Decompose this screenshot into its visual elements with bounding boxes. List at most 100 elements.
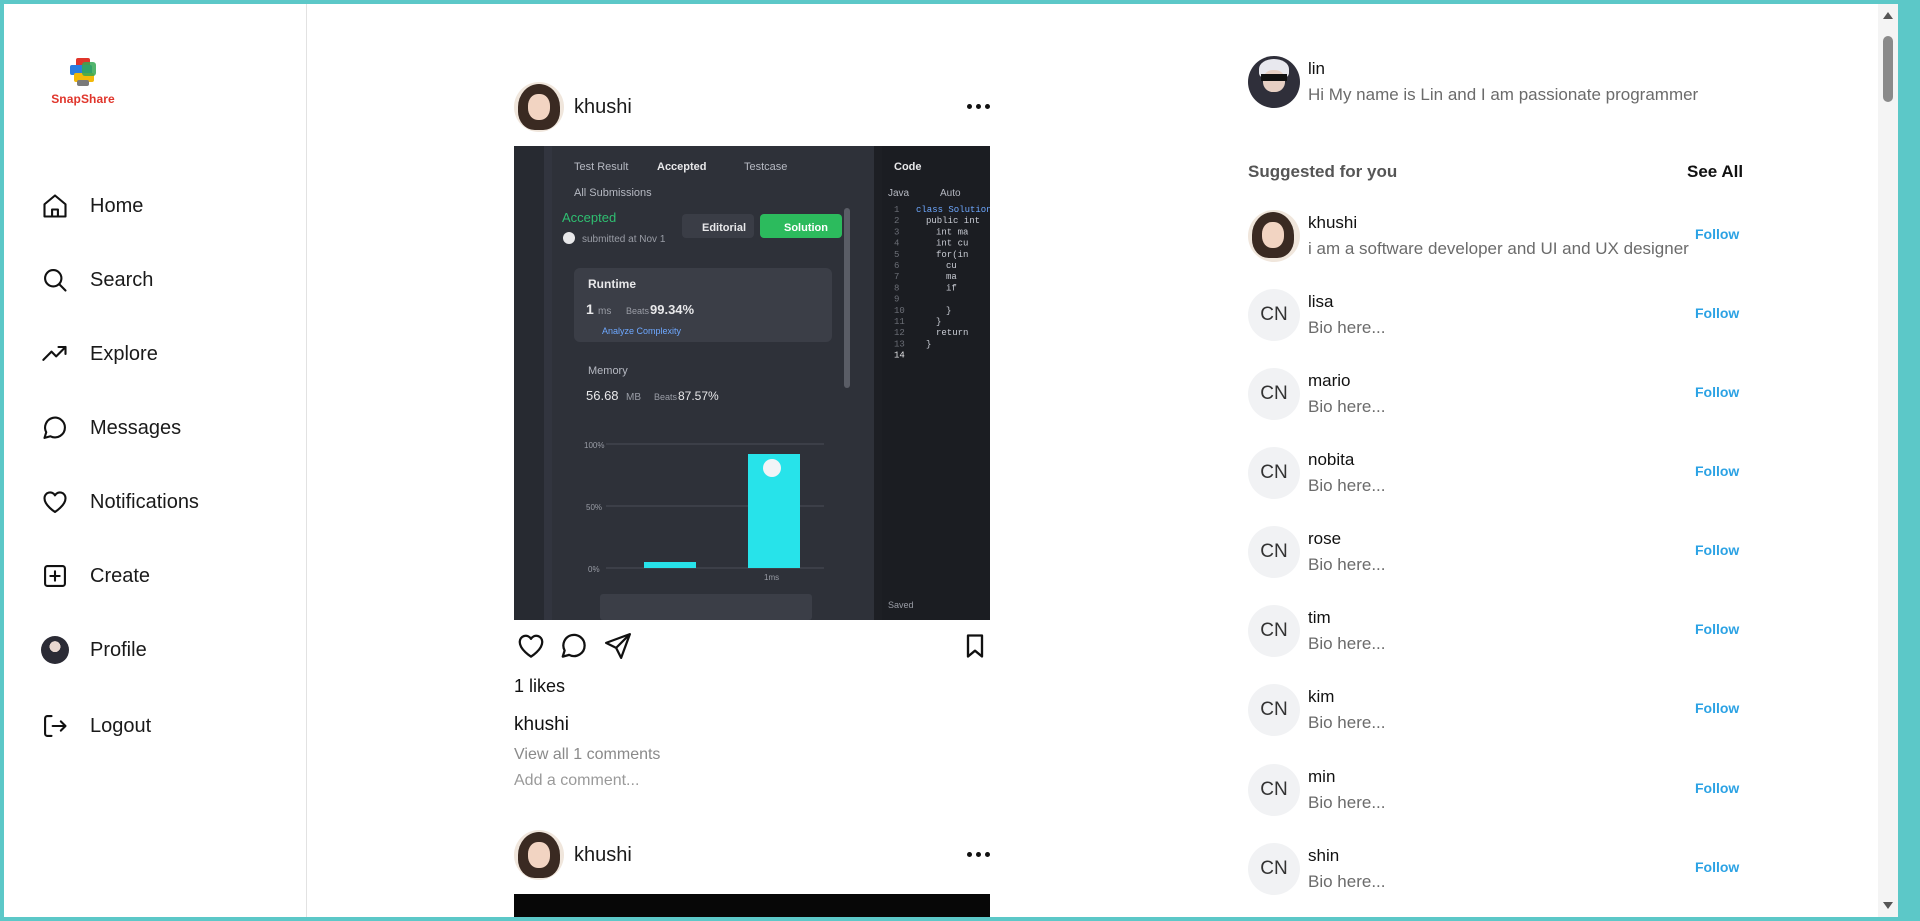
suggestion-username[interactable]: nobita [1308, 450, 1386, 470]
follow-button[interactable]: Follow [1695, 226, 1739, 242]
suggestion-username[interactable]: rose [1308, 529, 1386, 549]
suggestion-bio: Bio here... [1308, 713, 1386, 732]
suggestion-row[interactable]: CN lisa Bio here... Follow [1248, 287, 1740, 343]
svg-text:Editorial: Editorial [702, 222, 746, 234]
code-line-number: 14 [894, 351, 905, 361]
trending-up-icon [40, 339, 70, 369]
svg-text:99.34%: 99.34% [650, 302, 695, 317]
share-send-icon[interactable] [601, 629, 635, 663]
suggestion-username[interactable]: kim [1308, 687, 1386, 707]
app-window: SnapShare Home Search Explore Messages N… [4, 4, 1898, 917]
more-options-icon[interactable] [964, 842, 992, 866]
nav-item-search[interactable]: Search [40, 258, 280, 302]
nav-item-profile[interactable]: Profile [40, 628, 280, 672]
heart-icon [40, 487, 70, 517]
like-heart-icon[interactable] [514, 629, 548, 663]
post-username[interactable]: khushi [574, 844, 632, 867]
svg-text:ms: ms [598, 306, 611, 317]
nav-item-create[interactable]: Create [40, 554, 280, 598]
code-line-text: class Solution [916, 205, 990, 215]
nav-label-explore: Explore [90, 342, 158, 365]
scroll-up-arrow-icon[interactable] [1883, 12, 1893, 19]
avatar-initials[interactable]: CN [1248, 447, 1300, 499]
svg-text:Test Result: Test Result [574, 161, 628, 173]
svg-text:1: 1 [586, 301, 594, 317]
code-line-number: 11 [894, 317, 905, 327]
avatar-initials[interactable]: CN [1248, 526, 1300, 578]
avatar[interactable] [1248, 56, 1300, 108]
svg-text:87.57%: 87.57% [678, 389, 719, 403]
avatar-initials[interactable]: CN [1248, 368, 1300, 420]
svg-text:56.68: 56.68 [586, 388, 619, 403]
code-line-text: int cu [936, 239, 968, 249]
nav-label-search: Search [90, 268, 154, 291]
home-icon [40, 191, 70, 221]
avatar[interactable] [514, 830, 564, 880]
suggestion-bio: Bio here... [1308, 872, 1386, 891]
view-comments-link[interactable]: View all 1 comments [514, 746, 660, 764]
suggestion-username[interactable]: mario [1308, 371, 1386, 391]
post-image[interactable]: Test Result Accepted Testcase All Submis… [514, 146, 990, 620]
current-user[interactable]: lin Hi My name is Lin and I am passionat… [1248, 54, 1698, 110]
follow-button[interactable]: Follow [1695, 463, 1739, 479]
post-username[interactable]: khushi [574, 96, 632, 119]
follow-button[interactable]: Follow [1695, 780, 1739, 796]
suggestion-username[interactable]: shin [1308, 846, 1386, 866]
follow-button[interactable]: Follow [1695, 384, 1739, 400]
comment-icon[interactable] [557, 629, 591, 663]
nav-item-logout[interactable]: Logout [40, 704, 280, 748]
svg-text:1ms: 1ms [764, 573, 779, 582]
nav-item-notifications[interactable]: Notifications [40, 480, 280, 524]
nav-label-notifications: Notifications [90, 490, 199, 513]
suggestion-username[interactable]: min [1308, 767, 1386, 787]
suggestion-bio: i am a software developer and UI and UX … [1308, 239, 1689, 258]
suggestion-username[interactable]: khushi [1308, 213, 1689, 233]
scrollbar[interactable] [1878, 4, 1898, 917]
nav-label-home: Home [90, 194, 144, 217]
see-all-link[interactable]: See All [1687, 162, 1743, 182]
svg-text:Accepted: Accepted [562, 210, 616, 225]
caption-username[interactable]: khushi [514, 714, 569, 736]
avatar-initials[interactable]: CN [1248, 605, 1300, 657]
plus-square-icon [40, 561, 70, 591]
scrollbar-thumb[interactable] [1883, 36, 1893, 102]
nav-item-explore[interactable]: Explore [40, 332, 280, 376]
follow-button[interactable]: Follow [1695, 542, 1739, 558]
avatar-initials[interactable]: CN [1248, 764, 1300, 816]
follow-button[interactable]: Follow [1695, 621, 1739, 637]
bookmark-icon[interactable] [958, 629, 992, 663]
nav-item-messages[interactable]: Messages [40, 406, 280, 450]
suggestion-row[interactable]: CN rose Bio here... Follow [1248, 524, 1740, 580]
svg-text:Beats: Beats [626, 306, 650, 316]
avatar[interactable] [1248, 210, 1300, 262]
avatar[interactable] [514, 82, 564, 132]
suggestion-row[interactable]: CN nobita Bio here... Follow [1248, 445, 1740, 501]
suggestion-row[interactable]: CN mario Bio here... Follow [1248, 366, 1740, 422]
follow-button[interactable]: Follow [1695, 305, 1739, 321]
code-line-number: 2 [894, 216, 899, 226]
suggestion-bio: Bio here... [1308, 318, 1386, 337]
svg-text:submitted at Nov 1: submitted at Nov 1 [582, 234, 666, 245]
more-options-icon[interactable] [964, 94, 992, 118]
post-image[interactable] [514, 894, 990, 917]
follow-button[interactable]: Follow [1695, 859, 1739, 875]
snapshare-logo[interactable]: SnapShare [48, 56, 118, 112]
suggestion-username[interactable]: tim [1308, 608, 1386, 628]
comment-input[interactable] [514, 770, 814, 792]
suggestion-row[interactable]: CN tim Bio here... Follow [1248, 603, 1740, 659]
follow-button[interactable]: Follow [1695, 700, 1739, 716]
scroll-down-arrow-icon[interactable] [1883, 902, 1893, 909]
suggestion-row[interactable]: CN min Bio here... Follow [1248, 762, 1740, 818]
current-username[interactable]: lin [1308, 59, 1698, 79]
avatar-initials[interactable]: CN [1248, 289, 1300, 341]
avatar-initials[interactable]: CN [1248, 684, 1300, 736]
code-line-number: 7 [894, 272, 899, 282]
nav-item-home[interactable]: Home [40, 184, 280, 228]
svg-text:Auto: Auto [940, 188, 961, 199]
suggestion-row[interactable]: khushi i am a software developer and UI … [1248, 208, 1740, 264]
svg-text:Solution: Solution [784, 222, 828, 234]
suggestion-username[interactable]: lisa [1308, 292, 1386, 312]
suggestion-row[interactable]: CN kim Bio here... Follow [1248, 682, 1740, 738]
suggestion-row[interactable]: CN shin Bio here... Follow [1248, 841, 1740, 897]
avatar-initials[interactable]: CN [1248, 843, 1300, 895]
